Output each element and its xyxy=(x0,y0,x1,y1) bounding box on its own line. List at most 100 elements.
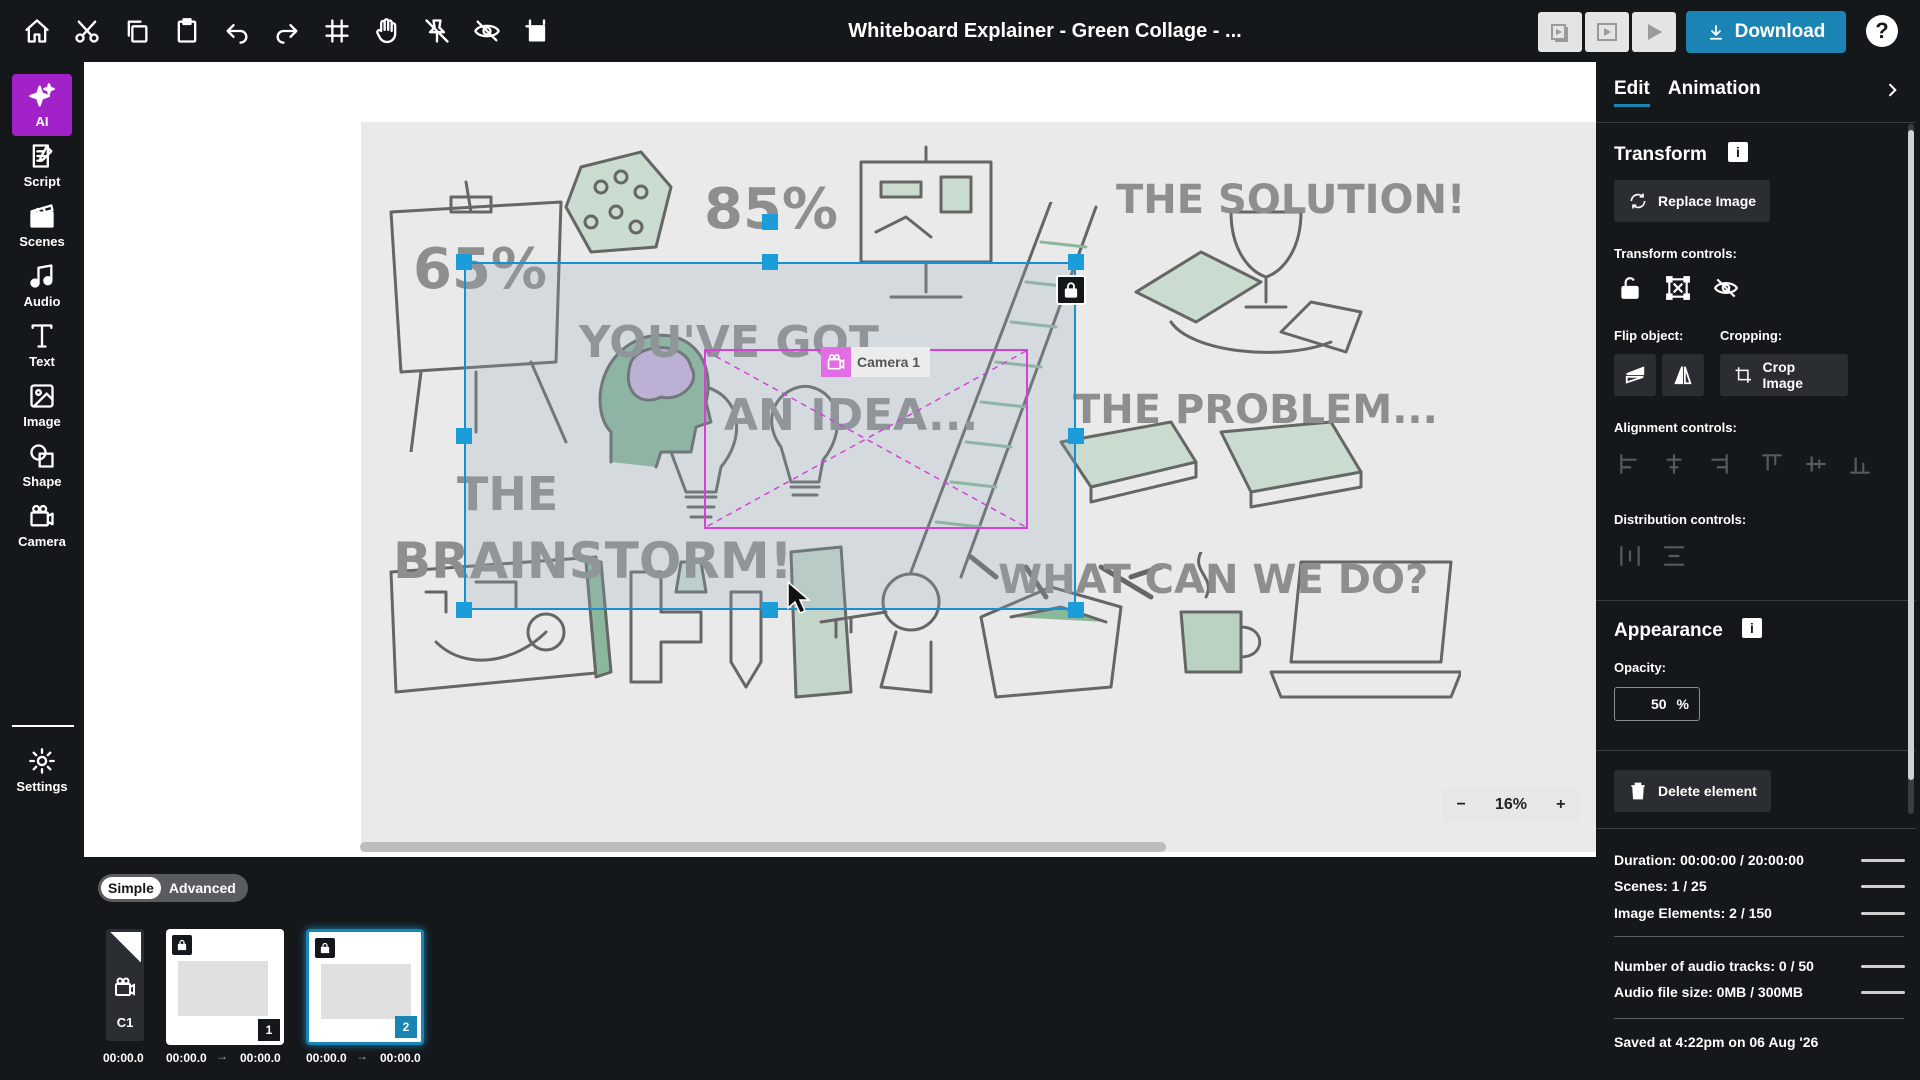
sidebar-item-scenes[interactable]: Scenes xyxy=(12,194,72,256)
crop-canvas-icon[interactable] xyxy=(512,6,562,56)
sidebar-item-label: Shape xyxy=(22,473,62,489)
sidebar-divider xyxy=(12,725,74,727)
play-button[interactable] xyxy=(1632,12,1676,52)
tab-animation[interactable]: Animation xyxy=(1668,78,1761,107)
home-icon[interactable] xyxy=(12,6,62,56)
resize-handle-left[interactable] xyxy=(456,428,472,444)
align-left-icon[interactable] xyxy=(1614,448,1646,480)
align-middle-icon[interactable] xyxy=(1800,448,1832,480)
panel-scrollbar-thumb[interactable] xyxy=(1908,130,1914,780)
transform-controls-label: Transform controls: xyxy=(1614,246,1737,261)
cut-icon[interactable] xyxy=(62,6,112,56)
distribute-horizontal-icon[interactable] xyxy=(1614,540,1646,572)
replace-image-button[interactable]: Replace Image xyxy=(1614,180,1771,222)
download-label: Download xyxy=(1734,21,1826,42)
chevron-right-icon[interactable] xyxy=(1882,80,1902,100)
undo-icon[interactable] xyxy=(212,6,262,56)
whiteboard-scene[interactable]: 65% 85% YOU'VE GOT AN IDEA... THE BRAINS… xyxy=(361,122,1596,852)
redo-icon[interactable] xyxy=(262,6,312,56)
timeline: Simple Advanced C1 00:00.0 1 00:00.0 → 0… xyxy=(84,857,1596,1080)
zoom-in-button[interactable]: + xyxy=(1556,796,1565,814)
text-the-problem[interactable]: THE PROBLEM... xyxy=(1073,387,1438,433)
lock-icon[interactable] xyxy=(315,938,335,958)
opacity-value: 50 xyxy=(1650,696,1667,712)
align-center-icon[interactable] xyxy=(1658,448,1690,480)
opacity-input[interactable]: 50 % xyxy=(1614,687,1700,721)
resize-handle-bottom[interactable] xyxy=(762,602,778,618)
align-bottom-icon[interactable] xyxy=(1844,448,1876,480)
alignment-label: Alignment controls: xyxy=(1614,420,1737,435)
stats-divider xyxy=(1614,936,1904,937)
opacity-label: Opacity: xyxy=(1614,660,1667,675)
sidebar-item-image[interactable]: Image xyxy=(12,374,72,436)
download-button[interactable]: Download xyxy=(1686,11,1846,53)
camera-icon xyxy=(115,977,135,996)
copy-icon[interactable] xyxy=(112,6,162,56)
hide-icon[interactable] xyxy=(462,6,512,56)
sidebar-item-ai[interactable]: AI xyxy=(12,74,72,136)
sidebar-item-camera[interactable]: Camera xyxy=(12,494,72,556)
flip-label: Flip object: xyxy=(1614,328,1684,343)
text-the-solution[interactable]: THE SOLUTION! xyxy=(1116,177,1465,223)
gear-icon xyxy=(29,747,55,774)
resize-handle-top-right[interactable] xyxy=(1068,254,1084,270)
resize-handle-top[interactable] xyxy=(762,254,778,270)
transform-box-icon[interactable] xyxy=(1662,272,1694,304)
flip-vertical-icon xyxy=(1625,366,1645,384)
camera-label[interactable]: Camera 1 xyxy=(821,347,931,377)
crop-image-button[interactable]: Crop Image xyxy=(1720,354,1848,396)
hand-icon[interactable] xyxy=(362,6,412,56)
help-icon[interactable]: ? xyxy=(1866,15,1898,47)
text-85-percent[interactable]: 85% xyxy=(704,177,838,242)
mode-advanced[interactable]: Advanced xyxy=(161,877,244,899)
timeline-mode-toggle[interactable]: Simple Advanced xyxy=(98,874,248,902)
replace-icon xyxy=(1630,193,1646,209)
flip-horizontal-button[interactable] xyxy=(1662,354,1704,396)
sidebar-item-shape[interactable]: Shape xyxy=(12,434,72,496)
grid-icon[interactable] xyxy=(312,6,362,56)
align-top-icon[interactable] xyxy=(1756,448,1788,480)
preview-scene-button[interactable] xyxy=(1538,12,1582,52)
sparkle-icon xyxy=(29,82,55,107)
align-right-icon[interactable] xyxy=(1702,448,1734,480)
camera-track-card[interactable]: C1 xyxy=(106,929,144,1041)
play-icon xyxy=(1648,24,1662,40)
properties-panel: Edit Animation Transform i Replace Image… xyxy=(1596,62,1920,828)
lock-icon[interactable] xyxy=(1056,275,1086,305)
trash-icon xyxy=(1631,782,1645,800)
sidebar-item-text[interactable]: Text xyxy=(12,314,72,376)
unlock-icon[interactable] xyxy=(1614,272,1646,304)
horizontal-scrollbar[interactable] xyxy=(360,842,1166,852)
rotate-handle[interactable] xyxy=(762,214,778,230)
canvas-area[interactable]: 65% 85% YOU'VE GOT AN IDEA... THE BRAINS… xyxy=(84,62,1596,857)
scene-card-2[interactable]: 2 xyxy=(306,929,424,1045)
appearance-info-icon[interactable]: i xyxy=(1742,618,1762,638)
sidebar-item-settings[interactable]: Settings xyxy=(12,739,72,801)
scene-card-1[interactable]: 1 xyxy=(166,929,284,1045)
scene-1-end: 00:00.0 xyxy=(240,1051,281,1065)
flip-vertical-button[interactable] xyxy=(1614,354,1656,396)
appearance-heading: Appearance xyxy=(1614,620,1723,641)
sidebar-item-audio[interactable]: Audio xyxy=(12,254,72,316)
distribute-vertical-icon[interactable] xyxy=(1658,540,1690,572)
resize-handle-bottom-left[interactable] xyxy=(456,602,472,618)
sidebar-item-label: Script xyxy=(23,173,61,189)
scene-number: 1 xyxy=(258,1019,280,1041)
tab-edit[interactable]: Edit xyxy=(1614,78,1650,107)
hide-element-icon[interactable] xyxy=(1710,272,1742,304)
delete-element-button[interactable]: Delete element xyxy=(1614,770,1771,812)
paste-icon[interactable] xyxy=(162,6,212,56)
resize-handle-top-left[interactable] xyxy=(456,254,472,270)
preview-frame-button[interactable] xyxy=(1585,12,1629,52)
lock-icon[interactable] xyxy=(172,935,192,955)
stat-audio-size-bar xyxy=(1861,991,1905,994)
unpin-icon[interactable] xyxy=(412,6,462,56)
resize-handle-bottom-right[interactable] xyxy=(1068,602,1084,618)
saved-status: Saved at 4:22pm on 06 Aug '26 xyxy=(1614,1034,1819,1050)
zoom-out-button[interactable]: − xyxy=(1457,796,1466,814)
transform-info-icon[interactable]: i xyxy=(1728,142,1748,162)
zoom-control: − 16% + xyxy=(1442,788,1580,822)
mode-simple[interactable]: Simple xyxy=(101,877,161,899)
resize-handle-right[interactable] xyxy=(1068,428,1084,444)
sidebar-item-script[interactable]: Script xyxy=(12,134,72,196)
